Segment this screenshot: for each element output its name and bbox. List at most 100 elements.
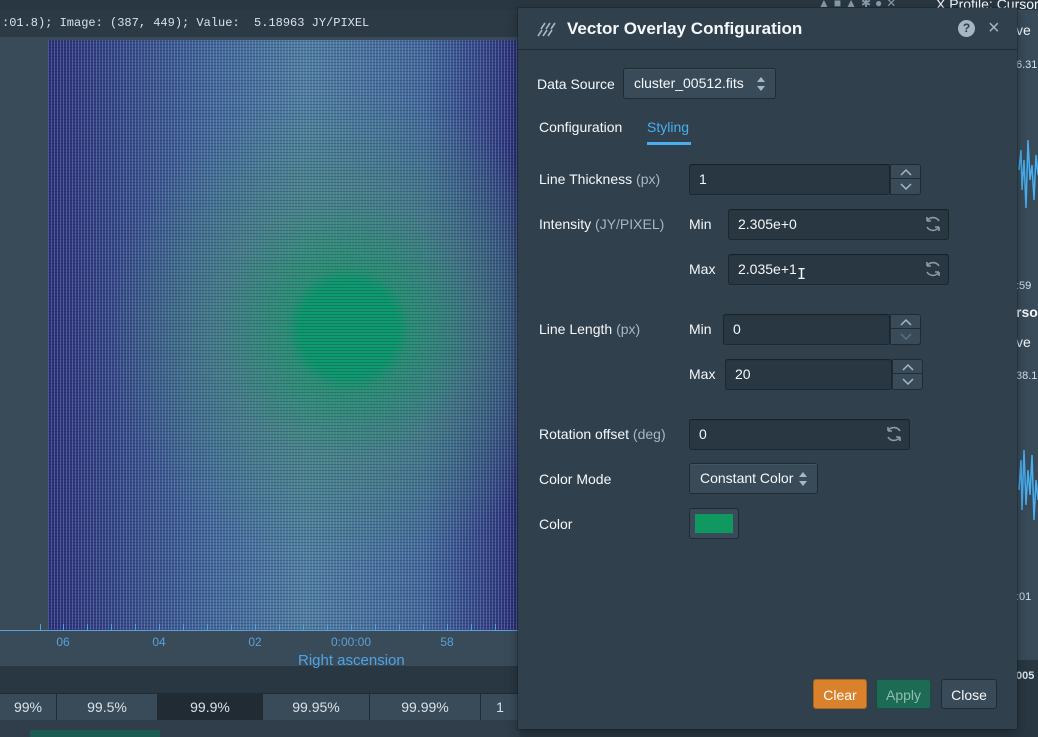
refresh-icon[interactable] [922,213,944,235]
histogram-highlight [30,730,160,737]
axis-tick [40,624,41,630]
help-icon[interactable]: ? [958,20,975,37]
color-picker-button[interactable] [689,508,739,539]
axis-tick-label: 58 [440,635,454,649]
intensity-min-input[interactable]: 2.305e+0 [728,209,949,240]
data-source-label: Data Source [537,76,615,92]
chevron-down-icon [900,183,912,191]
axis-tick [495,624,496,630]
data-source-select[interactable]: cluster_00512.fits [623,68,776,99]
line-length-min-stepper[interactable] [890,314,921,345]
profile-value: 6.31 [1016,59,1038,71]
vector-overlay-dialog: Vector Overlay Configuration ? × Data So… [518,8,1017,729]
intensity-min-label: Min [689,216,712,232]
color-mode-select[interactable]: Constant Color [689,463,818,494]
chevron-up-icon [900,318,912,326]
decrement-button[interactable] [891,330,920,344]
tab-indicator [647,142,691,145]
save-button[interactable]: ve [1016,334,1038,350]
axis-tick [447,624,448,630]
line-thickness-stepper[interactable] [890,164,921,195]
line-thickness-unit: (px) [636,171,661,187]
line-length-min-input[interactable]: 0 [723,314,890,345]
panel-label: 005 [1016,670,1035,682]
color-mode-label: Color Mode [539,471,612,487]
intensity-label: Intensity (JY/PIXEL) [539,216,664,232]
dialog-header[interactable]: Vector Overlay Configuration ? × [518,8,1017,50]
axis-tick [255,624,256,630]
percentile-button[interactable]: 99.95% [263,694,370,721]
axis-tick [303,624,304,630]
x-axis-title: Right ascension [298,652,405,669]
intensity-max-value: 2.035e+1 [738,261,797,277]
close-button[interactable]: Close [941,679,997,709]
profile-coord: :01 [1016,591,1032,603]
intensity-max-label: Max [689,261,716,277]
x-axis-line [0,630,520,631]
profile-plot[interactable] [1016,400,1038,590]
line-length-max-input[interactable]: 20 [725,359,892,390]
color-label: Color [539,516,573,532]
line-length-min-label: Min [689,321,712,337]
intensity-text: Intensity [539,216,592,232]
axis-tick [327,624,328,630]
axis-tick [375,624,376,630]
axis-tick [279,624,280,630]
chevron-down-icon [902,378,914,386]
percentile-button[interactable]: 99% [0,694,57,721]
percentile-button-active[interactable]: 99.9% [158,694,263,721]
axis-tick-label: 06 [56,635,70,649]
axis-tick-label: 02 [248,635,262,649]
rotation-offset-input[interactable]: 0 [689,419,910,450]
axis-tick [135,624,136,630]
clear-button[interactable]: Clear [813,679,867,709]
tab-styling[interactable]: Styling [647,119,689,135]
percentile-button[interactable]: 99.5% [57,694,158,721]
tab-configuration[interactable]: Configuration [539,119,622,135]
line-length-text: Line Length [539,321,613,337]
image-view[interactable]: 06 04 02 0:00:00 58 Right ascension [0,10,520,669]
intensity-max-input[interactable]: 2.035e+1 [728,254,949,285]
axis-tick [111,624,112,630]
increment-button[interactable] [893,360,922,374]
chevron-up-icon [902,363,914,371]
image-canvas[interactable] [48,40,518,630]
apply-button[interactable]: Apply [876,679,931,709]
axis-tick [399,624,400,630]
refresh-icon[interactable] [922,258,944,280]
axis-tick-label: 0:00:00 [330,635,372,649]
line-thickness-text: Line Thickness [539,171,633,187]
increment-button[interactable] [891,165,920,179]
line-length-label: Line Length (px) [539,321,640,337]
color-swatch [695,514,733,533]
histogram-strip [0,720,520,737]
intensity-min-value: 2.305e+0 [738,216,797,232]
axis-tick [159,624,160,630]
y-profile-title: rsor [1016,304,1038,320]
axis-tick [87,624,88,630]
close-icon[interactable]: × [988,17,1000,40]
increment-button[interactable] [891,315,920,329]
line-thickness-input[interactable]: 1 [689,164,890,195]
line-thickness-label: Line Thickness (px) [539,171,660,187]
axis-tick [471,624,472,630]
line-thickness-value: 1 [699,171,707,187]
text-cursor-icon: I [797,265,807,283]
percentile-button[interactable]: 1 [481,694,520,721]
axis-tick [231,624,232,630]
line-length-max-stepper[interactable] [892,359,923,390]
line-length-unit: (px) [616,321,641,337]
axis-tick [183,624,184,630]
save-button[interactable]: ve [1016,22,1038,38]
line-length-max-value: 20 [735,366,751,382]
decrement-button[interactable] [891,180,920,194]
line-length-min-value: 0 [733,321,741,337]
dialog-title: Vector Overlay Configuration [567,19,803,38]
profile-plot[interactable] [1016,90,1038,270]
refresh-icon[interactable] [883,423,905,445]
decrement-button[interactable] [893,375,922,389]
caret-updown-icon [799,472,807,486]
percentile-bar: 99% 99.5% 99.9% 99.95% 99.99% 1 [0,693,520,721]
chevron-up-icon [900,168,912,176]
percentile-button[interactable]: 99.99% [370,694,481,721]
